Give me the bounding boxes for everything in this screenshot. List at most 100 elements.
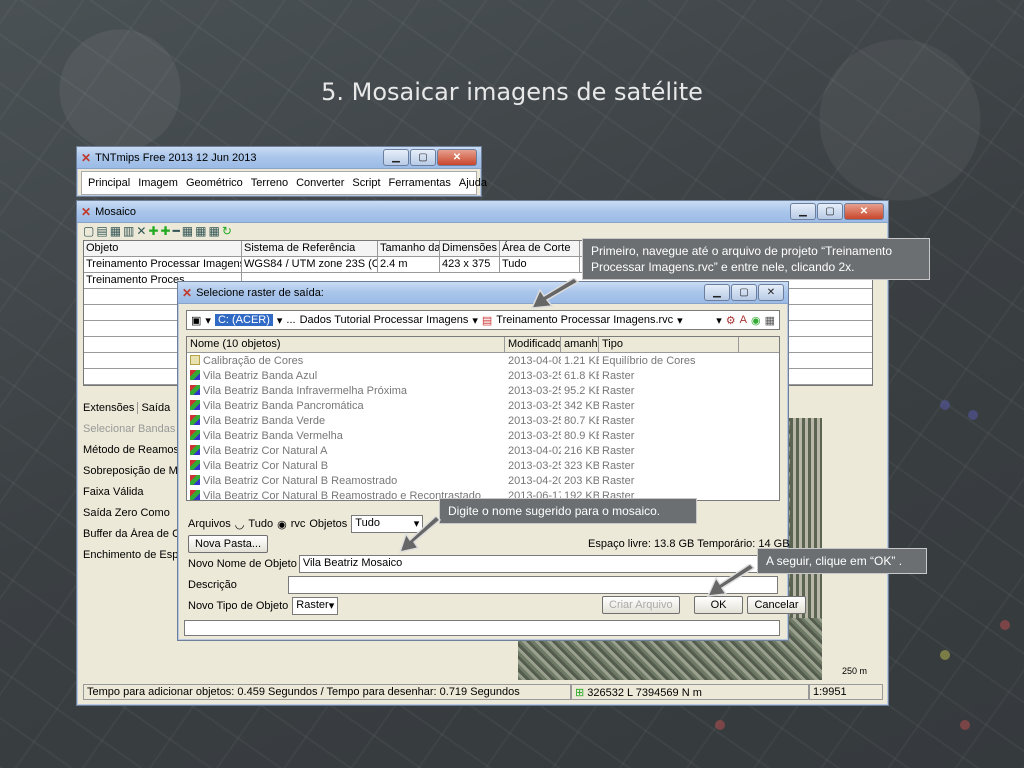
tab-saida[interactable]: Saída — [141, 402, 170, 414]
dialog-app-icon: ✕ — [182, 285, 193, 300]
web-icon[interactable]: ◉ — [751, 314, 761, 327]
file-name: Vila Beatriz Banda Infravermelha Próxima — [203, 384, 408, 397]
type-row: Novo Tipo de Objeto Raster ▾ — [188, 597, 339, 615]
new-icon[interactable]: ▢ — [83, 224, 96, 238]
raster-icon — [190, 459, 200, 470]
map-marker — [715, 720, 725, 730]
header-name[interactable]: Nome (10 objetos) — [187, 337, 505, 352]
filter-row: Arquivos ◡ Tudo ◉ rvc Objetos Tudo ▾ — [188, 515, 424, 533]
objects-filter-value: Tudo — [355, 517, 380, 529]
file-type: Raster — [602, 399, 635, 412]
col-dimensoes[interactable]: Dimensões — [440, 241, 500, 256]
maximize-button[interactable]: ▢ — [410, 149, 436, 166]
minimize-button[interactable]: ▁ — [790, 203, 816, 220]
tntmips-titlebar[interactable]: ✕ TNTmips Free 2013 12 Jun 2013 ▁ ▢ ✕ — [77, 147, 481, 169]
menu-imagem[interactable]: Imagem — [138, 177, 178, 189]
open-icon[interactable]: ▤ — [96, 224, 109, 238]
list-item[interactable]: Vila Beatriz Cor Natural A 2013-04-02 21… — [187, 443, 779, 458]
file-size: 216 KB — [564, 444, 599, 457]
grid-view-icon[interactable]: ▦ — [765, 314, 775, 327]
layers-icon[interactable]: ▥ — [123, 224, 136, 238]
new-name-label: Novo Nome de Objeto — [188, 558, 297, 570]
menu-terreno[interactable]: Terreno — [251, 177, 288, 189]
chevron-down-icon[interactable]: ▾ — [677, 314, 683, 327]
col-area-corte[interactable]: Área de Corte — [500, 241, 580, 256]
list-item[interactable]: Vila Beatriz Banda Infravermelha Próxima… — [187, 383, 779, 398]
file-modified: 2013-04-08 — [508, 354, 561, 367]
arrow-step-1 — [530, 278, 580, 309]
file-type: Raster — [602, 369, 635, 382]
list-item[interactable]: Vila Beatriz Banda Vermelha 2013-03-25 8… — [187, 428, 779, 443]
cancel-button[interactable]: Cancelar — [747, 596, 806, 614]
callout-step-1: Primeiro, navegue até o arquivo de proje… — [582, 238, 930, 280]
new-folder-button[interactable]: Nova Pasta... — [188, 535, 269, 553]
menu-converter[interactable]: Converter — [296, 177, 344, 189]
refresh-icon[interactable]: ↻ — [222, 224, 234, 238]
chevron-down-icon[interactable]: ▾ — [277, 314, 283, 327]
add-all-icon[interactable]: ✚ — [161, 224, 173, 238]
description-input[interactable] — [288, 576, 778, 594]
add-icon[interactable]: ✚ — [148, 224, 160, 238]
maximize-button[interactable]: ▢ — [817, 203, 843, 220]
dialog-titlebar[interactable]: ✕ Selecione raster de saída: ▁ ▢ ✕ — [178, 282, 788, 304]
list-item[interactable]: Calibração de Cores 2013-04-08 1.21 KB E… — [187, 353, 779, 368]
list-item[interactable]: Vila Beatriz Cor Natural B 2013-03-25 32… — [187, 458, 779, 473]
close-button[interactable]: ✕ — [758, 284, 784, 301]
tab-extensoes[interactable]: Extensões — [83, 402, 139, 414]
path-folder[interactable]: Dados Tutorial Processar Imagens — [300, 314, 469, 326]
menu-ferramentas[interactable]: Ferramentas — [389, 177, 451, 189]
tools-icon[interactable]: ⚙ — [726, 314, 736, 327]
grid-icon[interactable]: ▦▦▦ — [182, 224, 222, 238]
radio-rvc[interactable]: ◉ — [277, 518, 287, 531]
table-cell: 423 x 375 — [440, 257, 500, 272]
path-drive[interactable]: C: (ACER) — [214, 314, 273, 326]
file-modified: 2013-03-25 — [508, 459, 561, 472]
sort-icon[interactable]: A — [740, 314, 747, 326]
file-name: Vila Beatriz Banda Azul — [203, 369, 318, 382]
file-modified: 2013-03-25 — [508, 384, 561, 397]
save-icon[interactable]: ▦ — [110, 224, 123, 238]
menu-script[interactable]: Script — [352, 177, 380, 189]
radio-all[interactable]: ◡ — [235, 518, 245, 531]
header-modified[interactable]: Modificado — [505, 337, 561, 352]
maximize-button[interactable]: ▢ — [731, 284, 757, 301]
remove-icon[interactable]: ✕ — [136, 224, 148, 238]
header-type[interactable]: Tipo — [599, 337, 739, 352]
mosaico-toolbar: ▢▤▦▥✕✚✚━▦▦▦↻ — [77, 223, 888, 239]
file-name: Vila Beatriz Cor Natural A — [203, 444, 328, 457]
header-size[interactable]: amanho — [561, 337, 599, 352]
close-button[interactable]: ✕ — [844, 203, 884, 220]
folder-icon[interactable]: ▣ — [191, 314, 201, 327]
file-size: 203 KB — [564, 474, 599, 487]
file-type: Raster — [602, 384, 635, 397]
list-item[interactable]: Vila Beatriz Banda Azul 2013-03-25 61.8 … — [187, 368, 779, 383]
mosaico-titlebar[interactable]: ✕ Mosaico ▁ ▢ ✕ — [77, 201, 888, 223]
menu-principal[interactable]: Principal — [88, 177, 130, 189]
col-sistema[interactable]: Sistema de Referência — [242, 241, 378, 256]
col-objeto[interactable]: Objeto — [84, 241, 242, 256]
chevron-down-icon[interactable]: ▾ — [472, 314, 478, 327]
ok-button[interactable]: OK — [693, 596, 744, 614]
menu-ajuda[interactable]: Ajuda — [459, 177, 487, 189]
create-file-button[interactable]: Criar Arquivo — [602, 596, 680, 614]
chevron-down-icon: ▾ — [328, 600, 335, 612]
type-select[interactable]: Raster ▾ — [292, 597, 339, 615]
minus-icon[interactable]: ━ — [173, 224, 182, 238]
minimize-button[interactable]: ▁ — [704, 284, 730, 301]
minimize-button[interactable]: ▁ — [383, 149, 409, 166]
list-item[interactable]: Vila Beatriz Banda Verde 2013-03-25 80.7… — [187, 413, 779, 428]
chevron-down-icon[interactable]: ▾ — [205, 314, 211, 327]
select-bands-button[interactable]: Selecionar Bandas — [83, 423, 178, 444]
list-item[interactable]: Vila Beatriz Cor Natural B Reamostrado 2… — [187, 473, 779, 488]
close-button[interactable]: ✕ — [437, 149, 477, 166]
path-project[interactable]: Treinamento Processar Imagens.rvc — [496, 314, 673, 326]
path-ellipsis[interactable]: ... — [286, 314, 295, 326]
menu-geometrico[interactable]: Geométrico — [186, 177, 243, 189]
type-value: Raster — [296, 599, 329, 611]
callout-step-2: Digite o nome sugerido para o mosaico. — [439, 498, 697, 524]
list-item[interactable]: Vila Beatriz Banda Pancromática 2013-03-… — [187, 398, 779, 413]
chevron-down-icon[interactable]: ▾ — [716, 314, 722, 327]
file-name: Calibração de Cores — [203, 354, 304, 367]
col-tamanho[interactable]: Tamanho das — [378, 241, 440, 256]
callout-step-3: A seguir, clique em “OK” . — [757, 548, 927, 574]
